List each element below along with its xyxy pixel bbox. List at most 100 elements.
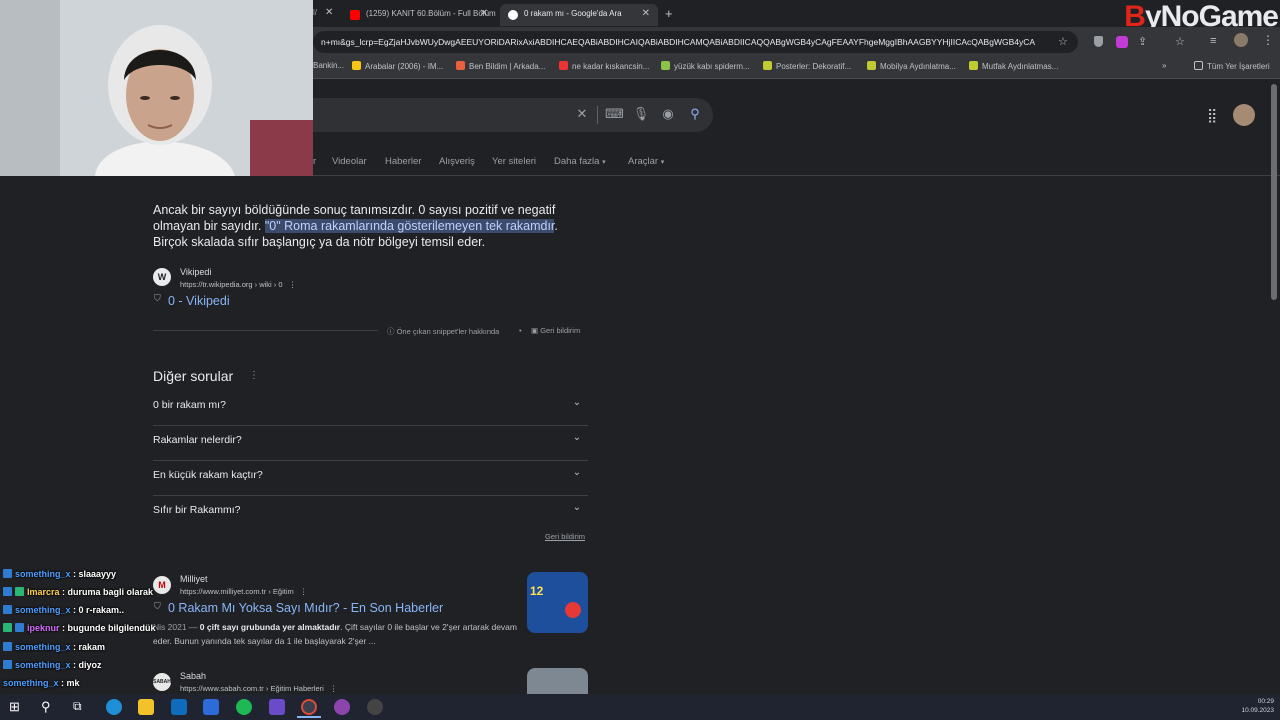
windows-start-icon[interactable]: ⊞ bbox=[9, 700, 22, 713]
bookmark-item[interactable]: Posterler: Dekoratif... bbox=[763, 61, 851, 71]
question-label: En küçük rakam kaçtır? bbox=[153, 469, 263, 481]
chat-message: something_x : mk bbox=[3, 678, 80, 688]
bookmark-item[interactable]: Mutfak Aydınlatmas... bbox=[969, 61, 1058, 71]
verified-shield-icon: ⛉ bbox=[154, 293, 161, 303]
app-icon[interactable] bbox=[269, 699, 285, 715]
result-thumbnail[interactable]: 12 bbox=[527, 572, 588, 633]
account-avatar[interactable] bbox=[1233, 104, 1255, 126]
site-icon bbox=[456, 61, 465, 70]
site-icon bbox=[661, 61, 670, 70]
tab-news[interactable]: Haberler bbox=[385, 156, 421, 167]
snippet-divider bbox=[153, 330, 378, 331]
outlook-icon[interactable] bbox=[171, 699, 187, 715]
microphone-icon[interactable]: 🎙 bbox=[632, 106, 650, 124]
new-tab-icon[interactable]: + bbox=[665, 6, 673, 21]
tab-youtube[interactable]: (1259) KANIT 60.Bölüm - Full Bölüm ✕ bbox=[342, 4, 496, 26]
address-bar[interactable]: n+mı&gs_lcrp=EgZjaHJvbWUyDwgAEEUYORiDARi… bbox=[313, 31, 1078, 53]
chat-message: something_x : slaaayyy bbox=[3, 569, 116, 579]
page-scrollbar[interactable] bbox=[1271, 84, 1277, 300]
apps-grid-icon[interactable]: ⣿ bbox=[1207, 107, 1217, 124]
result-date: Nis 2021 — bbox=[153, 622, 200, 632]
star-icon[interactable]: ☆ bbox=[1058, 35, 1068, 48]
chrome-icon[interactable] bbox=[301, 699, 317, 715]
result-site-name: Sabah bbox=[180, 671, 207, 681]
search-icon[interactable]: ⚲ bbox=[686, 106, 704, 124]
tab-partial[interactable]: l/ bbox=[313, 8, 317, 17]
result-title-link[interactable]: 0 Rakam Mı Yoksa Sayı Mıdır? - En Son Ha… bbox=[168, 601, 443, 615]
bookmark-item[interactable]: Bankin... bbox=[313, 61, 344, 70]
question-item[interactable]: Rakamlar nelerdir? ⌄ bbox=[153, 426, 588, 461]
bookmark-icon[interactable]: ☆ bbox=[1175, 35, 1185, 48]
questions-feedback-link[interactable]: Geri bildirim bbox=[545, 532, 585, 541]
bookmark-item[interactable]: ne kadar kıskancsin... bbox=[559, 61, 649, 71]
file-explorer-icon[interactable] bbox=[138, 699, 154, 715]
close-icon[interactable]: ✕ bbox=[480, 8, 488, 19]
more-options-icon[interactable]: ⋮ bbox=[330, 684, 338, 693]
chat-username: something_x bbox=[3, 678, 59, 688]
tab-more[interactable]: Daha fazla ▾ bbox=[554, 156, 606, 167]
spotify-icon[interactable] bbox=[236, 699, 252, 715]
bookmark-item[interactable]: Mobilya Aydınlatma... bbox=[867, 61, 956, 71]
sabah-icon: SABAH bbox=[153, 673, 171, 691]
camera-lens-icon[interactable]: ◉ bbox=[659, 106, 677, 124]
tab-google-label: 0 rakam mı - Google'da Ara bbox=[524, 9, 622, 18]
task-view-icon[interactable]: ⧉ bbox=[73, 699, 82, 714]
close-icon[interactable]: ✕ bbox=[642, 8, 650, 19]
about-snippets-label: Öne çıkan snippet'ler hakkında bbox=[396, 327, 500, 336]
share-icon[interactable]: ⇪ bbox=[1138, 35, 1147, 48]
menu-icon[interactable]: ⋮ bbox=[1262, 33, 1274, 47]
google-icon bbox=[508, 10, 518, 20]
bookmark-label: Mutfak Aydınlatmas... bbox=[982, 62, 1059, 71]
search-icon[interactable]: ⚲ bbox=[41, 699, 51, 715]
chat-message: ipeknur : bugunde bilgilendük bbox=[3, 623, 156, 633]
result-title-link[interactable]: 0 - Vikipedi bbox=[168, 294, 230, 308]
result-thumbnail[interactable] bbox=[527, 668, 588, 694]
chevron-down-icon: ⌄ bbox=[572, 397, 582, 408]
question-item[interactable]: 0 bir rakam mı? ⌄ bbox=[153, 391, 588, 426]
question-item[interactable]: Sıfır bir Rakammı? ⌄ bbox=[153, 496, 588, 531]
chevron-right-icon[interactable]: » bbox=[1162, 61, 1166, 70]
keyboard-icon[interactable]: ⌨ bbox=[605, 106, 624, 124]
feedback-link[interactable]: ▣ Geri bildirim bbox=[531, 326, 580, 335]
chat-username: something_x bbox=[15, 569, 71, 579]
more-options-icon[interactable]: ⋮ bbox=[249, 370, 259, 381]
discord-icon[interactable] bbox=[334, 699, 350, 715]
tab-videos[interactable]: Videolar bbox=[332, 156, 367, 167]
tab-shopping[interactable]: Alışveriş bbox=[439, 156, 475, 167]
chat-username: lmarcra bbox=[27, 587, 60, 597]
extension-icon[interactable] bbox=[1116, 36, 1128, 48]
question-item[interactable]: En küçük rakam kaçtır? ⌄ bbox=[153, 461, 588, 496]
tab-places[interactable]: Yer siteleri bbox=[492, 156, 536, 167]
store-icon[interactable] bbox=[203, 699, 219, 715]
profile-avatar[interactable] bbox=[1234, 33, 1248, 47]
more-options-icon[interactable]: ⋮ bbox=[289, 280, 297, 289]
clock-date: 10.09.2023 bbox=[1241, 707, 1274, 714]
bookmark-item[interactable]: Arabalar (2006) - IM... bbox=[352, 61, 443, 71]
folder-icon bbox=[1194, 61, 1203, 70]
clear-icon[interactable]: ✕ bbox=[573, 106, 591, 124]
edge-icon[interactable] bbox=[106, 699, 122, 715]
system-clock[interactable]: 00:29 10.09.2023 bbox=[1241, 697, 1274, 715]
chat-text: bugunde bilgilendük bbox=[67, 623, 156, 633]
bookmark-item[interactable]: Ben Bildim | Arkada... bbox=[456, 61, 545, 71]
more-options-icon[interactable]: ⋮ bbox=[300, 587, 308, 596]
tab-close-icon[interactable]: ✕ bbox=[325, 7, 333, 18]
result-site-name: Vikipedi bbox=[180, 267, 212, 277]
bookmark-item[interactable]: yüzük kabı spiderm... bbox=[661, 61, 750, 71]
search-input[interactable] bbox=[313, 98, 713, 132]
about-snippets-link[interactable]: ⓘ Öne çıkan snippet'ler hakkında bbox=[387, 326, 499, 337]
help-icon: ⓘ bbox=[387, 327, 395, 336]
all-bookmarks[interactable]: Tüm Yer İşaretleri bbox=[1194, 61, 1270, 71]
badge-icon bbox=[3, 623, 12, 632]
badge-icon bbox=[3, 642, 12, 651]
badge-icon bbox=[3, 569, 12, 578]
bookmark-label: Ben Bildim | Arkada... bbox=[469, 62, 546, 71]
reading-list-icon[interactable]: ≡ bbox=[1210, 35, 1216, 47]
obs-icon[interactable] bbox=[367, 699, 383, 715]
shield-icon[interactable] bbox=[1094, 36, 1103, 47]
chat-username: something_x bbox=[15, 660, 71, 670]
tab-google-search[interactable]: 0 rakam mı - Google'da Ara ✕ bbox=[500, 4, 658, 26]
tab-tools[interactable]: Araçlar ▾ bbox=[628, 156, 664, 167]
bookmark-label: yüzük kabı spiderm... bbox=[674, 62, 750, 71]
tab-all[interactable]: r bbox=[313, 156, 316, 167]
